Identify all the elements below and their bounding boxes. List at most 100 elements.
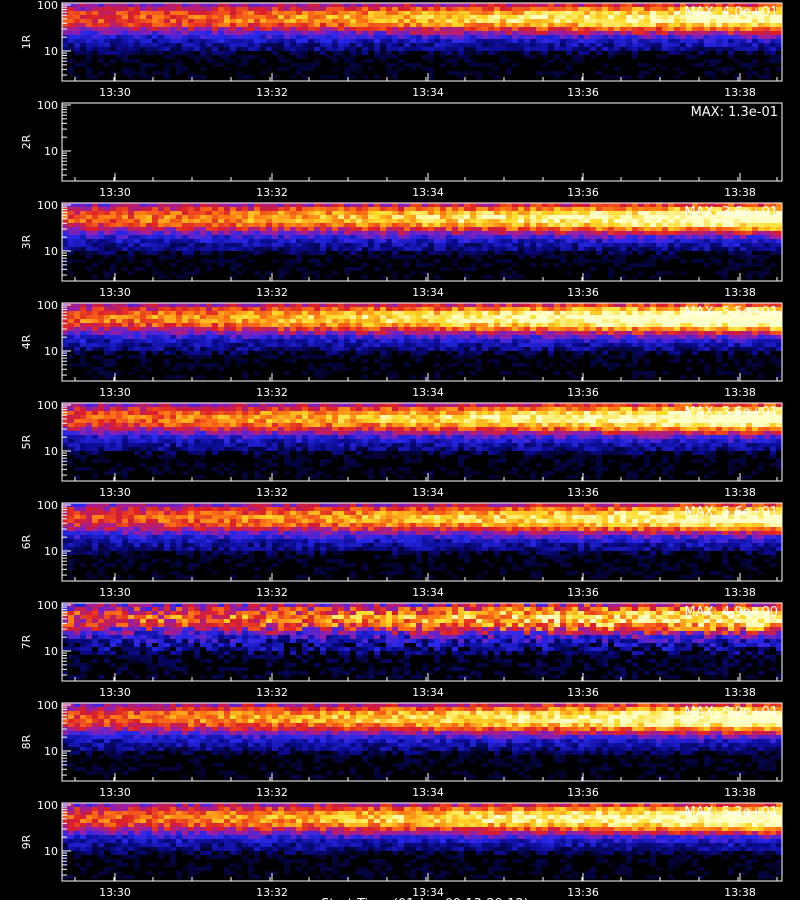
- heatmap-cell: [206, 31, 212, 35]
- heatmap-cell: [278, 267, 284, 271]
- heatmap-cell: [572, 247, 578, 251]
- heatmap-cell: [116, 243, 122, 247]
- heatmap-cell: [638, 323, 644, 327]
- heatmap-cell: [206, 235, 212, 239]
- heatmap-cell: [92, 11, 98, 15]
- heatmap-cell: [644, 3, 650, 7]
- heatmap-cell: [464, 339, 470, 343]
- heatmap-cell: [584, 51, 590, 55]
- heatmap-cell: [284, 39, 290, 43]
- heatmap-cell: [620, 7, 626, 11]
- heatmap-cell: [338, 23, 344, 27]
- heatmap-cell: [92, 7, 98, 11]
- heatmap-cell: [566, 307, 572, 311]
- heatmap-cell: [740, 23, 746, 27]
- heatmap-cell: [656, 3, 662, 7]
- heatmap-cell: [734, 331, 740, 335]
- heatmap-cell: [128, 227, 134, 231]
- heatmap-cell: [392, 203, 398, 207]
- heatmap-cell: [578, 247, 584, 251]
- heatmap-cell: [536, 23, 542, 27]
- heatmap-cell: [458, 215, 464, 219]
- heatmap-cell: [716, 259, 722, 263]
- heatmap-cell: [482, 247, 488, 251]
- heatmap-cell: [644, 231, 650, 235]
- heatmap-cell: [716, 271, 722, 275]
- heatmap-cell: [674, 3, 680, 7]
- heatmap-cell: [110, 23, 116, 27]
- heatmap-cell: [428, 323, 434, 327]
- heatmap-cell: [554, 339, 560, 343]
- heatmap-cell: [122, 11, 128, 15]
- heatmap-cell: [92, 243, 98, 247]
- heatmap-cell: [674, 43, 680, 47]
- heatmap-cell: [560, 23, 566, 27]
- heatmap-cell: [560, 231, 566, 235]
- heatmap-cell: [152, 3, 158, 7]
- heatmap-cell: [410, 11, 416, 15]
- heatmap-cell: [368, 7, 374, 11]
- heatmap-cell: [584, 331, 590, 335]
- heatmap-cell: [638, 235, 644, 239]
- heatmap-cell: [416, 311, 422, 315]
- heatmap-cell: [614, 327, 620, 331]
- heatmap-cell: [290, 259, 296, 263]
- heatmap-cell: [332, 43, 338, 47]
- heatmap-cell: [446, 323, 452, 327]
- heatmap-cell: [218, 235, 224, 239]
- heatmap-cell: [260, 243, 266, 247]
- heatmap-cell: [236, 43, 242, 47]
- heatmap-cell: [602, 43, 608, 47]
- heatmap-cell: [200, 227, 206, 231]
- heatmap-cell: [656, 63, 662, 67]
- heatmap-cell: [464, 23, 470, 27]
- heatmap-cell: [308, 259, 314, 263]
- heatmap-cell: [206, 267, 212, 271]
- heatmap-cell: [92, 223, 98, 227]
- heatmap-cell: [272, 331, 278, 335]
- heatmap-cell: [344, 31, 350, 35]
- heatmap-cell: [272, 211, 278, 215]
- heatmap-cell: [614, 75, 620, 79]
- heatmap-cell: [326, 3, 332, 7]
- heatmap-cell: [398, 255, 404, 259]
- heatmap-cell: [608, 23, 614, 27]
- heatmap-cell: [104, 19, 110, 23]
- heatmap-cell: [146, 51, 152, 55]
- heatmap-cell: [692, 339, 698, 343]
- heatmap-cell: [410, 27, 416, 31]
- heatmap-cell: [302, 31, 308, 35]
- heatmap-cell: [620, 267, 626, 271]
- heatmap-cell: [332, 327, 338, 331]
- heatmap-cell: [308, 327, 314, 331]
- heatmap-cell: [668, 331, 674, 335]
- heatmap-cell: [386, 327, 392, 331]
- heatmap-cell: [176, 47, 182, 51]
- heatmap-cell: [80, 235, 86, 239]
- heatmap-cell: [86, 231, 92, 235]
- heatmap-cell: [278, 11, 284, 15]
- heatmap-cell: [212, 203, 218, 207]
- heatmap-cell: [74, 207, 80, 211]
- heatmap-cell: [632, 311, 638, 315]
- heatmap-cell: [176, 319, 182, 323]
- heatmap-cell: [464, 35, 470, 39]
- heatmap-cell: [470, 27, 476, 31]
- heatmap-cell: [500, 23, 506, 27]
- heatmap-cell: [614, 47, 620, 51]
- heatmap-cell: [488, 247, 494, 251]
- heatmap-cell: [518, 47, 524, 51]
- heatmap-cell: [242, 267, 248, 271]
- heatmap-cell: [140, 235, 146, 239]
- heatmap-cell: [632, 327, 638, 331]
- heatmap-cell: [296, 335, 302, 339]
- heatmap-cell: [494, 23, 500, 27]
- heatmap-cell: [284, 235, 290, 239]
- heatmap-cell: [152, 15, 158, 19]
- heatmap-cell: [770, 55, 776, 59]
- heatmap-cell: [440, 211, 446, 215]
- heatmap-cell: [566, 243, 572, 247]
- heatmap-cell: [668, 303, 674, 307]
- heatmap-cell: [332, 231, 338, 235]
- heatmap-cell: [482, 243, 488, 247]
